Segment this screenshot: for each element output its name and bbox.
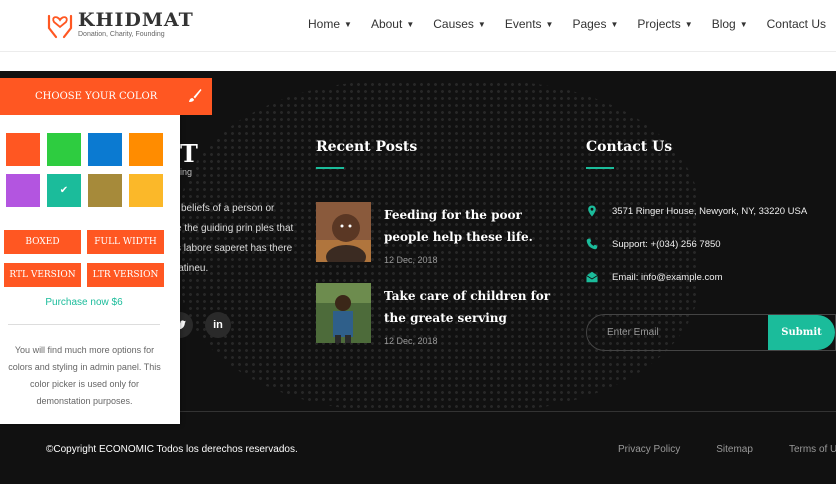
chevron-down-icon: ▼ [545, 19, 554, 29]
terms-of-use-link[interactable]: Terms of Use [789, 444, 836, 455]
chevron-down-icon: ▼ [610, 19, 619, 29]
title-underline [586, 167, 614, 169]
panel-note: You will find much more options for colo… [8, 345, 161, 406]
envelope-icon [586, 271, 598, 283]
footer-about-title: T [180, 139, 198, 168]
post-1-date: 12 Dec, 2018 [384, 255, 438, 265]
footer-about-subtitle: ing [180, 167, 193, 177]
main-nav: Home ▼ About ▼ Causes ▼ Events ▼ Pages ▼ Proj… [289, 17, 826, 31]
logo[interactable]: KHIDMAT Donation, Charity, Founding [46, 10, 194, 40]
color-swatches: ✔ [6, 133, 176, 207]
contact-email: Email: info@example.com [586, 271, 723, 283]
nav-causes[interactable]: Causes ▼ [433, 17, 486, 31]
chevron-down-icon: ▼ [344, 19, 352, 29]
brand-tagline: Donation, Charity, Founding [78, 31, 165, 38]
panel-divider [8, 324, 160, 325]
color-swatch-orange[interactable] [129, 133, 163, 166]
brand-title: KHIDMAT [78, 9, 194, 31]
submit-button[interactable]: Submit [768, 315, 835, 350]
site-header: KHIDMAT Donation, Charity, Founding Home… [0, 0, 836, 52]
nav-about[interactable]: About ▼ [371, 17, 414, 31]
color-picker-panel: CHOOSE YOUR COLOR ✔ BOXED FULL WIDTH RTL… [0, 78, 212, 424]
color-swatch-orange-red[interactable] [6, 133, 40, 166]
chevron-down-icon: ▼ [406, 19, 415, 29]
color-swatch-blue[interactable] [88, 133, 122, 166]
post-2-title[interactable]: Take care of children for the greate ser… [384, 285, 554, 329]
nav-events[interactable]: Events ▼ [505, 17, 554, 31]
footer-about-text: l beliefs of a person or e the guiding p… [176, 203, 294, 274]
color-swatch-green[interactable] [47, 133, 81, 166]
color-swatch-yellow[interactable] [129, 174, 163, 207]
color-swatch-teal-selected[interactable]: ✔ [47, 174, 81, 207]
email-input[interactable] [587, 315, 770, 350]
recent-post-1[interactable]: Feeding for the poor people help these l… [316, 202, 546, 267]
chevron-down-icon: ▼ [739, 19, 748, 29]
footer-links: Privacy Policy Sitemap Terms of Use [618, 444, 836, 455]
rtl-version-button[interactable]: RTL VERSION [4, 263, 81, 287]
color-panel-title: CHOOSE YOUR COLOR [35, 91, 158, 102]
checkmark-icon: ✔ [59, 185, 69, 196]
post-1-image[interactable] [316, 202, 371, 262]
hands-heart-icon [47, 14, 73, 39]
recent-posts-title: Recent Posts [316, 139, 418, 155]
ltr-version-button[interactable]: LTR VERSION [87, 263, 164, 287]
recent-post-2[interactable]: Take care of children for the greate ser… [316, 283, 550, 348]
post-2-image[interactable] [316, 283, 371, 343]
post-2-date: 12 Dec, 2018 [384, 336, 438, 346]
copyright-text: ©Copyright ECONOMIC Todos los derechos r… [46, 444, 298, 455]
title-underline [316, 167, 344, 169]
chevron-down-icon: ▼ [684, 19, 693, 29]
nav-home[interactable]: Home ▼ [308, 17, 352, 31]
chevron-down-icon: ▼ [477, 19, 486, 29]
linkedin-icon[interactable]: in [205, 312, 231, 338]
nav-pages[interactable]: Pages ▼ [572, 17, 618, 31]
purchase-link[interactable]: Purchase now $6 [0, 297, 168, 308]
privacy-policy-link[interactable]: Privacy Policy [618, 444, 680, 455]
full-width-button[interactable]: FULL WIDTH [87, 230, 164, 254]
page: KHIDMAT Donation, Charity, Founding Home… [0, 0, 836, 484]
paint-brush-icon[interactable] [186, 88, 202, 104]
newsletter-form: Submit [586, 314, 836, 351]
map-marker-icon [588, 205, 596, 217]
nav-blog[interactable]: Blog ▼ [712, 17, 748, 31]
nav-contact-us[interactable]: Contact Us [767, 17, 826, 31]
contact-us-title: Contact Us [586, 139, 673, 155]
nav-projects[interactable]: Projects ▼ [637, 17, 692, 31]
phone-icon [586, 238, 598, 250]
color-swatch-purple[interactable] [6, 174, 40, 207]
post-1-title[interactable]: Feeding for the poor people help these l… [384, 204, 554, 248]
boxed-button[interactable]: BOXED [4, 230, 81, 254]
contact-support: Support: +(034) 256 7850 [586, 238, 721, 250]
sitemap-link[interactable]: Sitemap [716, 444, 753, 455]
contact-address: 3571 Ringer House, Newyork, NY, 33220 US… [586, 205, 807, 217]
color-panel-header[interactable]: CHOOSE YOUR COLOR [0, 78, 212, 115]
color-swatch-olive[interactable] [88, 174, 122, 207]
